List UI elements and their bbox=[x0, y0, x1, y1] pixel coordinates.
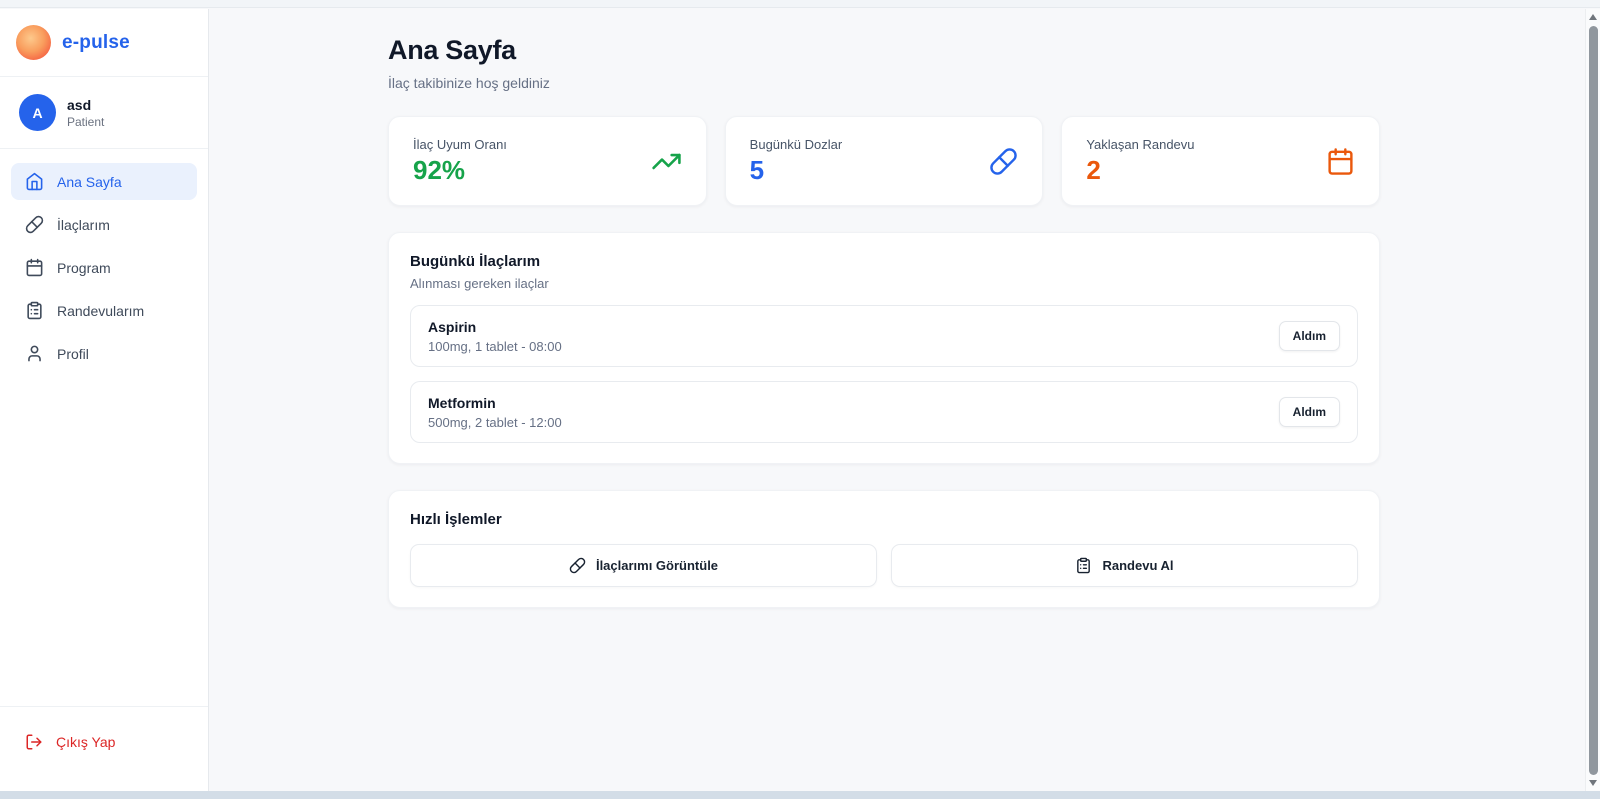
user-info: asd Patient bbox=[67, 97, 104, 129]
stat-card-doses: Bugünkü Dozlar 5 bbox=[725, 116, 1044, 206]
pill-icon bbox=[25, 215, 44, 234]
taken-button[interactable]: Aldım bbox=[1279, 397, 1340, 427]
stat-value: 92% bbox=[413, 155, 507, 186]
stat-text: Bugünkü Dozlar 5 bbox=[750, 137, 843, 186]
content-container: Ana Sayfa İlaç takibinize hoş geldiniz İ… bbox=[388, 35, 1380, 608]
stat-card-adherence: İlaç Uyum Oranı 92% bbox=[388, 116, 707, 206]
window-bottom-edge bbox=[0, 791, 1600, 799]
brand-header: e-pulse bbox=[0, 9, 208, 77]
logout-button[interactable]: Çıkış Yap bbox=[11, 725, 197, 759]
quick-action-label: Randevu Al bbox=[1102, 558, 1173, 573]
stat-label: Bugünkü Dozlar bbox=[750, 137, 843, 152]
scrollbar-up-arrow[interactable] bbox=[1589, 14, 1597, 20]
sidebar: e-pulse A asd Patient Ana Sayfa İlaçları… bbox=[0, 9, 209, 791]
pill-icon bbox=[989, 147, 1018, 176]
medication-details: 100mg, 1 tablet - 08:00 bbox=[428, 339, 562, 354]
quick-action-label: İlaçlarımı Görüntüle bbox=[596, 558, 718, 573]
scrollbar-down-arrow[interactable] bbox=[1589, 780, 1597, 786]
view-medications-button[interactable]: İlaçlarımı Görüntüle bbox=[410, 544, 877, 587]
trending-up-icon bbox=[651, 146, 682, 177]
logout-label: Çıkış Yap bbox=[56, 734, 115, 750]
sidebar-item-label: Profil bbox=[57, 346, 89, 362]
calendar-icon bbox=[1326, 147, 1355, 176]
brand-logo-icon bbox=[16, 25, 51, 60]
stat-label: Yaklaşan Randevu bbox=[1086, 137, 1194, 152]
stats-row: İlaç Uyum Oranı 92% Bugünkü Dozlar 5 Yak… bbox=[388, 116, 1380, 206]
logout-icon bbox=[25, 733, 43, 751]
stat-value: 2 bbox=[1086, 155, 1194, 186]
book-appointment-button[interactable]: Randevu Al bbox=[891, 544, 1358, 587]
sidebar-item-program[interactable]: Program bbox=[11, 249, 197, 286]
medication-info: Aspirin 100mg, 1 tablet - 08:00 bbox=[428, 319, 562, 354]
app-window: e-pulse A asd Patient Ana Sayfa İlaçları… bbox=[0, 9, 1585, 791]
medications-subtitle: Alınması gereken ilaçlar bbox=[410, 276, 1358, 291]
avatar: A bbox=[19, 94, 56, 131]
sidebar-item-profil[interactable]: Profil bbox=[11, 335, 197, 372]
vertical-scrollbar[interactable] bbox=[1585, 9, 1600, 791]
user-role: Patient bbox=[67, 115, 104, 129]
stat-value: 5 bbox=[750, 155, 843, 186]
quick-actions-title: Hızlı İşlemler bbox=[410, 511, 1358, 528]
sidebar-item-randevularim[interactable]: Randevularım bbox=[11, 292, 197, 329]
stat-text: Yaklaşan Randevu 2 bbox=[1086, 137, 1194, 186]
sidebar-footer: Çıkış Yap bbox=[0, 706, 208, 791]
brand-name: e-pulse bbox=[62, 32, 130, 54]
medication-details: 500mg, 2 tablet - 12:00 bbox=[428, 415, 562, 430]
sidebar-item-label: Ana Sayfa bbox=[57, 174, 122, 190]
user-profile: A asd Patient bbox=[0, 77, 208, 149]
stat-card-appointments: Yaklaşan Randevu 2 bbox=[1061, 116, 1380, 206]
sidebar-item-ana-sayfa[interactable]: Ana Sayfa bbox=[11, 163, 197, 200]
scrollbar-thumb[interactable] bbox=[1589, 26, 1598, 775]
todays-medications-card: Bugünkü İlaçlarım Alınması gereken ilaçl… bbox=[388, 232, 1380, 464]
medication-row-metformin: Metformin 500mg, 2 tablet - 12:00 Aldım bbox=[410, 381, 1358, 443]
medications-title: Bugünkü İlaçlarım bbox=[410, 253, 1358, 270]
stat-label: İlaç Uyum Oranı bbox=[413, 137, 507, 152]
quick-actions-row: İlaçlarımı Görüntüle Randevu Al bbox=[410, 544, 1358, 587]
pill-icon bbox=[569, 557, 586, 574]
sidebar-item-label: İlaçlarım bbox=[57, 217, 110, 233]
sidebar-item-label: Program bbox=[57, 260, 111, 276]
medication-name: Metformin bbox=[428, 395, 562, 411]
sidebar-item-ilaclarim[interactable]: İlaçlarım bbox=[11, 206, 197, 243]
sidebar-nav: Ana Sayfa İlaçlarım Program Randevularım… bbox=[0, 149, 208, 706]
clipboard-list-icon bbox=[1075, 557, 1092, 574]
home-icon bbox=[25, 172, 44, 191]
stat-text: İlaç Uyum Oranı 92% bbox=[413, 137, 507, 186]
calendar-icon bbox=[25, 258, 44, 277]
page-subtitle: İlaç takibinize hoş geldiniz bbox=[388, 75, 1380, 91]
user-name: asd bbox=[67, 97, 104, 113]
medication-name: Aspirin bbox=[428, 319, 562, 335]
medication-info: Metformin 500mg, 2 tablet - 12:00 bbox=[428, 395, 562, 430]
sidebar-item-label: Randevularım bbox=[57, 303, 144, 319]
quick-actions-card: Hızlı İşlemler İlaçlarımı Görüntüle Rand… bbox=[388, 490, 1380, 608]
page-title: Ana Sayfa bbox=[388, 35, 1380, 66]
clipboard-list-icon bbox=[25, 301, 44, 320]
main-area: Ana Sayfa İlaç takibinize hoş geldiniz İ… bbox=[209, 9, 1585, 791]
medication-row-aspirin: Aspirin 100mg, 1 tablet - 08:00 Aldım bbox=[410, 305, 1358, 367]
taken-button[interactable]: Aldım bbox=[1279, 321, 1340, 351]
window-top-edge bbox=[0, 0, 1600, 8]
user-icon bbox=[25, 344, 44, 363]
